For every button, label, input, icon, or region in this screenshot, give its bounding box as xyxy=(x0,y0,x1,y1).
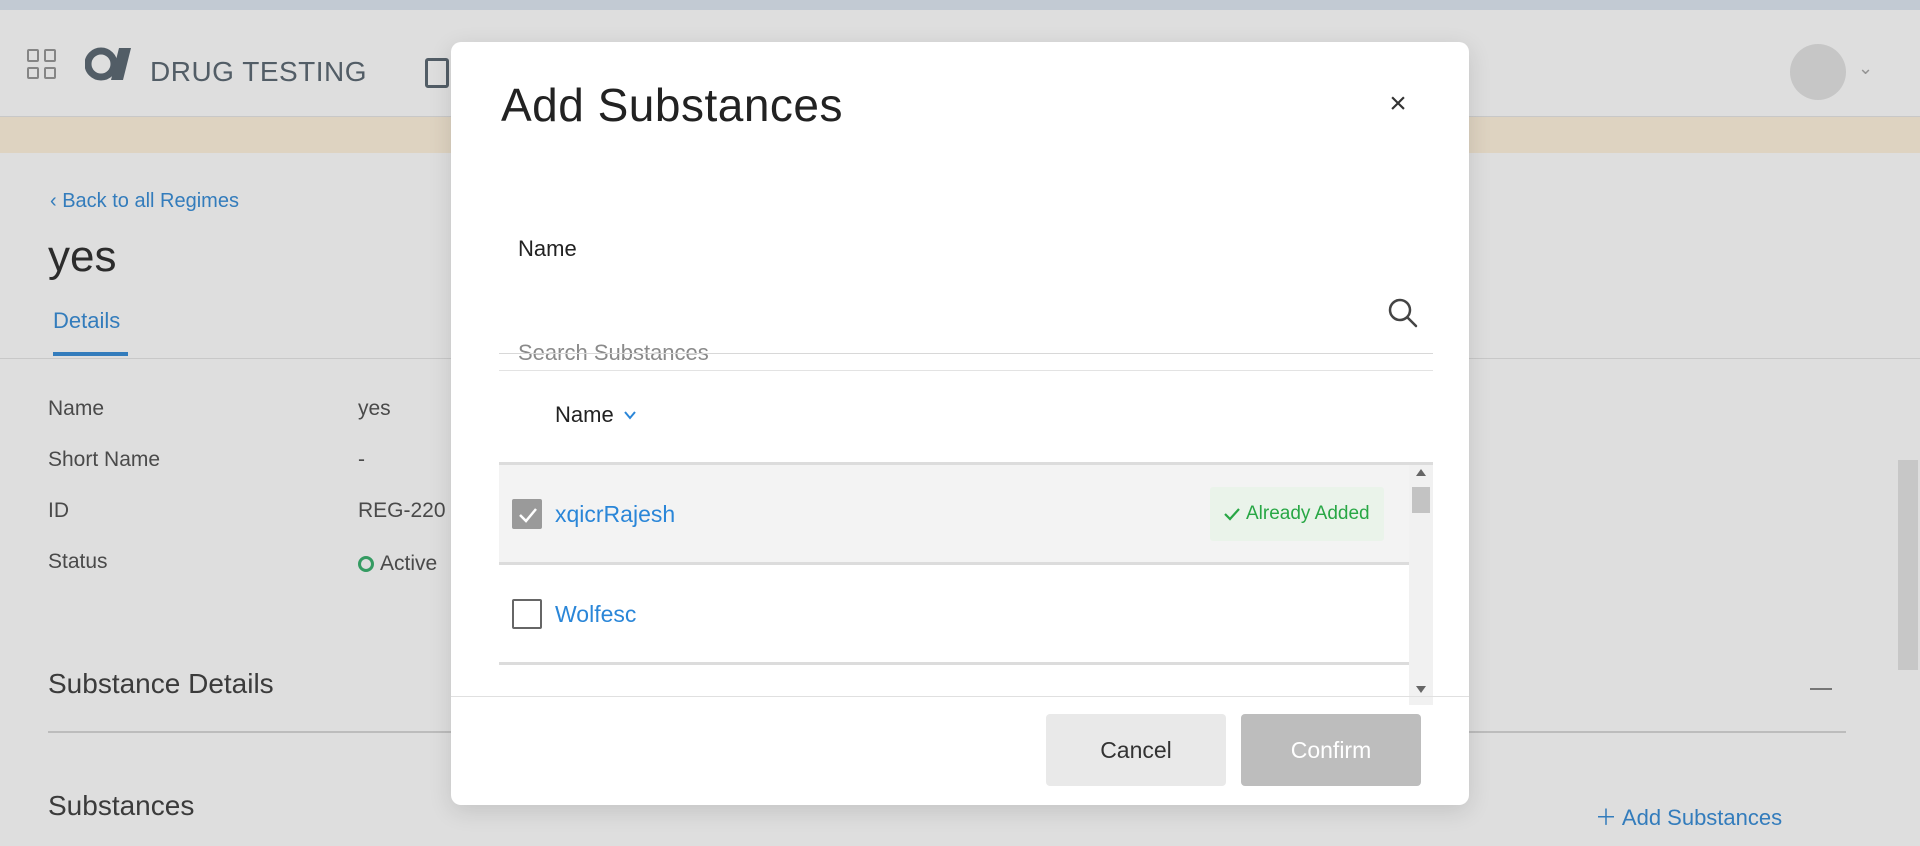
substance-list: xqicrRajesh Already Added Wolfesc xyxy=(499,465,1409,705)
cancel-button[interactable]: Cancel xyxy=(1046,714,1226,786)
search-underline xyxy=(499,353,1433,354)
confirm-button[interactable]: Confirm xyxy=(1241,714,1421,786)
substance-name[interactable]: Wolfesc xyxy=(555,601,636,628)
scroll-up-arrow-icon[interactable] xyxy=(1416,469,1426,476)
modal-title: Add Substances xyxy=(501,79,844,131)
sort-chevron-icon[interactable] xyxy=(622,407,638,423)
footer-divider xyxy=(451,696,1469,697)
add-substances-modal: Add Substances × Name Name xqicrRajesh A… xyxy=(451,42,1469,805)
row-checkbox[interactable] xyxy=(512,499,542,529)
scroll-down-arrow-icon[interactable] xyxy=(1416,686,1426,693)
list-item[interactable]: xqicrRajesh Already Added xyxy=(499,465,1409,565)
column-header-name[interactable]: Name xyxy=(555,402,638,428)
scroll-thumb[interactable] xyxy=(1412,487,1430,513)
list-scrollbar[interactable] xyxy=(1409,465,1433,705)
substance-name[interactable]: xqicrRajesh xyxy=(555,501,675,528)
list-item[interactable]: Wolfesc xyxy=(499,565,1409,665)
table-top-divider xyxy=(499,370,1433,371)
row-checkbox[interactable] xyxy=(512,599,542,629)
search-label: Name xyxy=(518,236,577,261)
close-icon[interactable]: × xyxy=(1380,86,1416,122)
already-added-badge: Already Added xyxy=(1210,487,1384,541)
check-icon xyxy=(519,508,537,523)
check-icon xyxy=(1224,508,1240,521)
search-icon[interactable] xyxy=(1386,296,1420,330)
